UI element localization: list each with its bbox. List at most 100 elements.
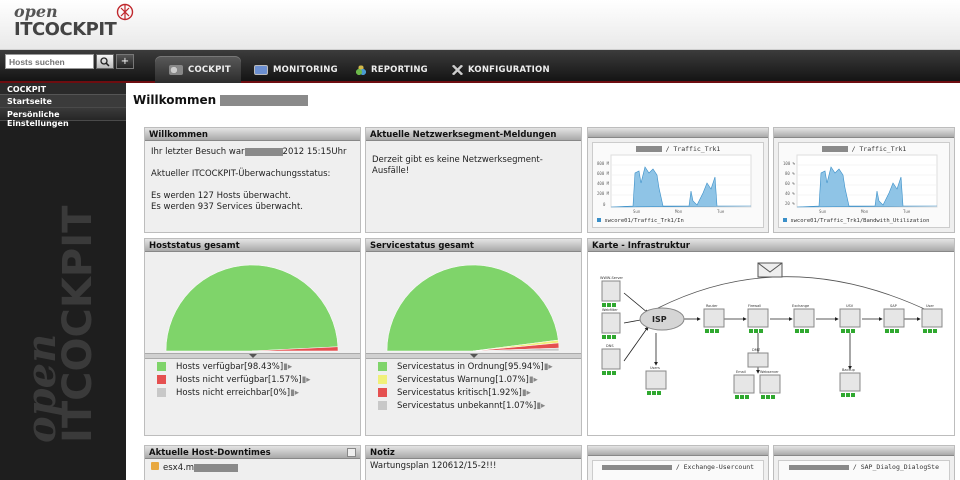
legend-label: Servicestatus in Ordnung[95.94%] bbox=[397, 361, 544, 372]
network-segment-message: Derzeit gibt es keine Netzwerksegment-Au… bbox=[372, 155, 543, 176]
itcockpit-logo[interactable]: open ITCOCKPIT bbox=[8, 2, 138, 46]
legend-swatch bbox=[157, 375, 166, 384]
redacted-host bbox=[788, 464, 849, 470]
svg-text:20 %: 20 % bbox=[785, 201, 795, 206]
tab-monitoring[interactable]: MONITORING bbox=[240, 56, 348, 83]
infrastructure-map[interactable]: ISP WWW-ServerWebfilterDNS Router Firewa… bbox=[588, 253, 954, 435]
svg-text:100 %: 100 % bbox=[783, 161, 796, 166]
tab-reporting[interactable]: REPORTING bbox=[342, 56, 438, 83]
svg-text:400 M: 400 M bbox=[597, 181, 610, 186]
tools-icon bbox=[452, 64, 463, 75]
sap-graph-panel: / SAP_Dialog_DialogSte bbox=[773, 445, 955, 480]
panel-title: Willkommen bbox=[145, 128, 360, 141]
panel-header bbox=[774, 446, 954, 456]
servicestatus-panel: Servicestatus gesamt Servicestatus in Or… bbox=[365, 238, 582, 436]
legend-swatch bbox=[157, 388, 166, 397]
exchange-graph[interactable]: / Exchange-Usercount bbox=[592, 460, 764, 480]
graph-legend-text: swcore01/Traffic_Trk1/In bbox=[604, 218, 684, 224]
sap-graph[interactable]: / SAP_Dialog_DialogSte bbox=[778, 460, 950, 480]
cockpit-icon bbox=[169, 64, 183, 75]
traffic-graph-panel-2: / Traffic_Trk1 100 % 80 % 60 % 40 % 20 % Sun… bbox=[773, 127, 955, 233]
panel-title: Karte - Infrastruktur bbox=[588, 239, 954, 252]
svg-text:80 %: 80 % bbox=[785, 171, 795, 176]
traffic-graph-1-plot: 800 M 600 M 400 M 200 M 0 Sun Mon Tue bbox=[597, 154, 752, 214]
sidebar-item-personal-settings[interactable]: Persönliche Einstellungen bbox=[0, 108, 126, 128]
mail-icon bbox=[757, 262, 783, 278]
legend-item: Hosts verfügbar[98.43%] ▮▸ bbox=[145, 360, 360, 373]
svg-text:Tue: Tue bbox=[717, 209, 725, 214]
host-search-input[interactable] bbox=[5, 54, 94, 69]
tab-cockpit[interactable]: COCKPIT bbox=[155, 56, 241, 83]
main-content: Willkommen Willkommen Ihr letzter Besuch… bbox=[126, 83, 960, 480]
svg-text:Backup: Backup bbox=[842, 368, 856, 372]
watermark-itcockpit: ITCOCKPIT bbox=[55, 205, 101, 443]
panel-title: Aktuelle Host-Downtimes bbox=[145, 446, 360, 459]
svg-text:ISP: ISP bbox=[652, 315, 667, 324]
legend-item: Hosts nicht verfügbar[1.57%] ▮▸ bbox=[145, 373, 360, 386]
collapse-handle[interactable] bbox=[145, 353, 360, 359]
svg-text:Webserver: Webserver bbox=[760, 370, 779, 374]
traffic-graph-1[interactable]: / Traffic_Trk1 800 M 600 M 400 M 200 M0 Sun… bbox=[592, 142, 764, 228]
panel-title: Notiz bbox=[366, 446, 581, 459]
panel-title: Hoststatus gesamt bbox=[145, 239, 360, 252]
legend-item: Servicestatus Warnung[1.07%] ▮▸ bbox=[366, 373, 581, 386]
note-text[interactable]: Wartungsplan 120612/15-2!!! bbox=[366, 459, 581, 474]
panel-title: Servicestatus gesamt bbox=[366, 239, 581, 252]
legend-swatch bbox=[157, 362, 166, 371]
legend-swatch bbox=[378, 375, 387, 384]
graph-legend: swcore01/Traffic_Trk1/Bandwith_Utilizati… bbox=[783, 218, 929, 224]
redacted-hostname bbox=[194, 463, 239, 472]
redacted-date bbox=[244, 147, 283, 156]
svg-text:Exchange: Exchange bbox=[792, 304, 809, 308]
hoststatus-pie-chart[interactable] bbox=[145, 253, 360, 353]
legend-item: Servicestatus in Ordnung[95.94%] ▮▸ bbox=[366, 360, 581, 373]
plus-icon[interactable]: + bbox=[116, 54, 134, 69]
exchange-graph-panel: / Exchange-Usercount bbox=[587, 445, 769, 480]
hosts-count-text: Es werden 127 Hosts überwacht. bbox=[151, 191, 291, 201]
svg-text:600 M: 600 M bbox=[597, 171, 610, 176]
main-nav-bar: + COCKPIT MONITORING REPORTING KONFIGURA… bbox=[0, 50, 960, 83]
svg-text:Tue: Tue bbox=[903, 209, 911, 214]
traffic-graph-2[interactable]: / Traffic_Trk1 100 % 80 % 60 % 40 % 20 % Sun… bbox=[778, 142, 950, 228]
panel-header bbox=[588, 128, 768, 138]
panel-settings-icon[interactable] bbox=[347, 448, 356, 457]
downtime-list-item[interactable]: esx4.m bbox=[145, 459, 360, 477]
legend-label: Servicestatus unbekannt[1.07%] bbox=[397, 400, 537, 411]
panel-title-text: Aktuelle Host-Downtimes bbox=[149, 448, 271, 458]
traffic-graph-2-plot: 100 % 80 % 60 % 40 % 20 % Sun Mon Tue bbox=[783, 154, 938, 214]
logo-emblem-icon bbox=[116, 3, 134, 21]
svg-text:40 %: 40 % bbox=[785, 191, 795, 196]
sidebar-watermark-logo: open ITCOCKPIT bbox=[18, 206, 101, 443]
legend-item: Servicestatus kritisch[1.92%] ▮▸ bbox=[366, 386, 581, 399]
host-downtimes-panel: Aktuelle Host-Downtimes esx4.m bbox=[144, 445, 361, 480]
last-visit-text: Ihr letzter Besuch war 2012 15:15Uhr bbox=[151, 147, 354, 158]
sidebar: COCKPIT Startseite Persönliche Einstellu… bbox=[0, 83, 126, 480]
collapse-handle[interactable] bbox=[366, 353, 581, 359]
tab-label: KONFIGURATION bbox=[468, 64, 550, 75]
welcome-panel: Willkommen Ihr letzter Besuch war 2012 15… bbox=[144, 127, 361, 233]
servicestatus-slice-0[interactable] bbox=[386, 264, 559, 352]
graph-legend-text: swcore01/Traffic_Trk1/Bandwith_Utilizati… bbox=[790, 218, 930, 224]
host-icon bbox=[151, 462, 159, 470]
last-visit-prefix: Ihr letzter Besuch war bbox=[151, 147, 245, 157]
servicestatus-pie-chart[interactable] bbox=[366, 253, 581, 353]
panel-header bbox=[774, 128, 954, 138]
hoststatus-slice-0[interactable] bbox=[165, 264, 339, 352]
last-visit-suffix: 2012 15:15Uhr bbox=[282, 147, 347, 157]
svg-text:Firewall: Firewall bbox=[748, 304, 761, 308]
search-icon[interactable] bbox=[96, 54, 114, 69]
sidebar-item-startseite[interactable]: Startseite bbox=[0, 95, 126, 108]
svg-text:200 M: 200 M bbox=[597, 191, 610, 196]
servicestatus-legend: Servicestatus in Ordnung[95.94%] ▮▸ Servi… bbox=[366, 360, 581, 412]
redacted-host bbox=[601, 464, 672, 470]
svg-text:DMZ: DMZ bbox=[752, 348, 761, 352]
services-count-text: Es werden 937 Services überwacht. bbox=[151, 202, 303, 212]
legend-label: Hosts verfügbar[98.43%] bbox=[176, 361, 284, 372]
panel-header bbox=[588, 446, 768, 456]
tab-konfiguration[interactable]: KONFIGURATION bbox=[438, 56, 560, 83]
legend-label: Servicestatus kritisch[1.92%] bbox=[397, 387, 522, 398]
svg-text:Sun: Sun bbox=[819, 209, 827, 214]
legend-label: Servicestatus Warnung[1.07%] bbox=[397, 374, 529, 385]
infrastructure-map-panel: Karte - Infrastruktur ISP WWW-Server Web… bbox=[587, 238, 955, 436]
status-heading: Aktueller ITCOCKPIT-Überwachungsstatus: bbox=[151, 169, 331, 179]
